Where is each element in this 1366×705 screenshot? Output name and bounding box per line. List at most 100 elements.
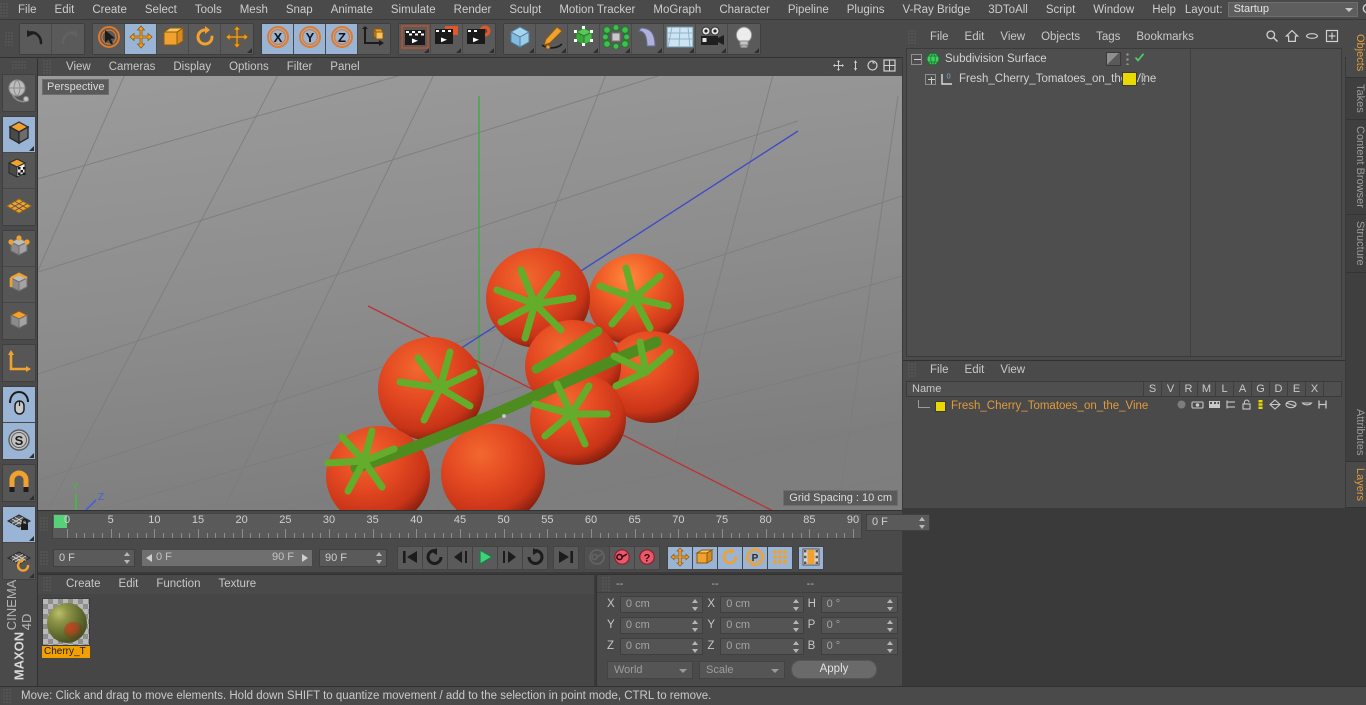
toolbar-axis-x-button[interactable]: X bbox=[262, 23, 294, 54]
coord-field-rotation-b[interactable]: 0 ° bbox=[820, 637, 899, 655]
object-row[interactable]: 0 Fresh_Cherry_Tomatoes_on_the_Vine bbox=[907, 69, 1341, 89]
layer-column-e[interactable]: E bbox=[1287, 382, 1305, 396]
object-visibility-dots[interactable] bbox=[1106, 52, 1121, 66]
layer-column-s[interactable]: S bbox=[1143, 382, 1161, 396]
toolbar-generator-nurbs-button[interactable] bbox=[568, 23, 600, 54]
transport-timeline-view-button[interactable] bbox=[798, 546, 824, 570]
range-right-arrow-icon[interactable] bbox=[302, 554, 308, 562]
layer-menu-edit[interactable]: Edit bbox=[957, 361, 993, 379]
material-grip[interactable] bbox=[43, 577, 52, 591]
transport-play-loop-button[interactable] bbox=[522, 546, 548, 570]
side-tab-objects[interactable]: Objects bbox=[1346, 28, 1366, 79]
side-tab-layers[interactable]: Layers bbox=[1346, 461, 1366, 508]
apply-button[interactable]: Apply bbox=[791, 660, 877, 679]
left-make-editable-button[interactable] bbox=[2, 75, 35, 111]
maximize-view-icon[interactable] bbox=[883, 59, 896, 75]
left-edges-mode-button[interactable] bbox=[2, 267, 35, 303]
null-object-icon[interactable]: 0 bbox=[940, 72, 954, 86]
toolbar-rotate-button[interactable] bbox=[189, 23, 221, 54]
transport-play-reverse-loop-button[interactable] bbox=[422, 546, 448, 570]
coordinate-system-select[interactable]: World bbox=[607, 660, 693, 679]
object-menu-bookmarks[interactable]: Bookmarks bbox=[1128, 28, 1202, 46]
render-icon[interactable] bbox=[1208, 399, 1221, 413]
layer-column-g[interactable]: G bbox=[1251, 382, 1269, 396]
left-polygons-mode-button[interactable] bbox=[2, 303, 35, 339]
search-icon[interactable] bbox=[1265, 29, 1279, 46]
transport-grip[interactable] bbox=[40, 551, 49, 565]
layer-manager-grip[interactable] bbox=[908, 363, 917, 377]
viewport-menu-panel[interactable]: Panel bbox=[321, 58, 368, 76]
object-menu-tags[interactable]: Tags bbox=[1088, 28, 1128, 46]
transport-step-back-button[interactable] bbox=[447, 546, 473, 570]
layout-select[interactable]: Startup bbox=[1227, 2, 1358, 17]
layer-column-d[interactable]: D bbox=[1269, 382, 1287, 396]
toolbar-scale-button[interactable] bbox=[157, 23, 189, 54]
ellipse-icon[interactable] bbox=[1305, 29, 1319, 46]
material-item[interactable]: Cherry_T bbox=[42, 598, 90, 658]
status-grip[interactable] bbox=[3, 689, 12, 703]
viewport-menu-options[interactable]: Options bbox=[220, 58, 278, 76]
menu-item-edit[interactable]: Edit bbox=[46, 0, 84, 20]
solo-icon[interactable] bbox=[1176, 399, 1187, 413]
toolbar-light-button[interactable] bbox=[728, 23, 760, 54]
pan-icon[interactable] bbox=[832, 59, 845, 75]
check-icon[interactable] bbox=[1134, 52, 1145, 66]
side-tab-takes[interactable]: Takes bbox=[1346, 78, 1366, 121]
side-tab-content-browser[interactable]: Content Browser bbox=[1346, 120, 1366, 215]
left-workplane-lock-button[interactable] bbox=[2, 507, 35, 543]
coord-field-position-y[interactable]: 0 cm bbox=[619, 616, 704, 634]
animation-icon[interactable] bbox=[1256, 399, 1265, 413]
menu-item-v-ray-bridge[interactable]: V-Ray Bridge bbox=[893, 0, 979, 20]
layer-menu-view[interactable]: View bbox=[992, 361, 1033, 379]
menu-item-help[interactable]: Help bbox=[1143, 0, 1185, 20]
expand-icon[interactable] bbox=[925, 73, 936, 85]
transport-record-key-button[interactable] bbox=[584, 546, 610, 570]
viewport-canvas[interactable]: Perspective Grid Spacing : 10 cm Y Z bbox=[38, 76, 902, 510]
transport-key-pla-button[interactable] bbox=[767, 546, 793, 570]
left-workplane-mode-button[interactable] bbox=[2, 189, 35, 225]
menu-item-sculpt[interactable]: Sculpt bbox=[500, 0, 550, 20]
transport-key-scale-button[interactable] bbox=[692, 546, 718, 570]
object-menu-view[interactable]: View bbox=[992, 28, 1033, 46]
object-enable-dots[interactable] bbox=[1142, 73, 1145, 85]
expression-icon[interactable] bbox=[1301, 399, 1313, 413]
search-icon[interactable] bbox=[1361, 2, 1366, 18]
transport-play-button[interactable] bbox=[472, 546, 498, 570]
layer-column-m[interactable]: M bbox=[1197, 382, 1215, 396]
transport-autokey-button[interactable] bbox=[609, 546, 635, 570]
menu-item-motion-tracker[interactable]: Motion Tracker bbox=[550, 0, 644, 20]
left-axis-modify-button[interactable] bbox=[2, 345, 35, 381]
viewport-menu-view[interactable]: View bbox=[57, 58, 100, 76]
toolbar-grip[interactable] bbox=[5, 31, 14, 46]
coordinates-grip[interactable] bbox=[602, 576, 611, 591]
menu-item-simulate[interactable]: Simulate bbox=[382, 0, 445, 20]
coord-field-size-x[interactable]: 0 cm bbox=[720, 595, 804, 613]
spinner-icon[interactable] bbox=[887, 598, 894, 611]
object-menu-objects[interactable]: Objects bbox=[1033, 28, 1088, 46]
coordinate-mode-select[interactable]: Scale bbox=[699, 660, 785, 679]
toolbar-render-settings-button[interactable] bbox=[463, 23, 495, 54]
spinner-icon[interactable] bbox=[692, 598, 699, 611]
timeline-ruler[interactable]: 0 5 10 15 20 25 30 35 40 45 50 55 60 65 70 75 80 85 90 bbox=[52, 513, 862, 539]
transport-key-rotation-button[interactable] bbox=[717, 546, 743, 570]
menu-item-window[interactable]: Window bbox=[1084, 0, 1143, 20]
toolbar-deformer-bend-button[interactable] bbox=[632, 23, 664, 54]
viewport-menu-cameras[interactable]: Cameras bbox=[100, 58, 165, 76]
object-manager-grip[interactable] bbox=[908, 30, 917, 44]
toolbar-move-button[interactable] bbox=[125, 23, 157, 54]
layer-column-a[interactable]: A bbox=[1233, 382, 1251, 396]
visible-icon[interactable] bbox=[1191, 399, 1204, 413]
side-tab-structure[interactable]: Structure bbox=[1346, 214, 1366, 273]
timeline-grip[interactable] bbox=[40, 517, 49, 531]
left-palette-grip[interactable] bbox=[11, 61, 26, 70]
toolbar-camera-button[interactable] bbox=[696, 23, 728, 54]
toolbar-axis-y-button[interactable]: Y bbox=[294, 23, 326, 54]
left-snap-magnet-button[interactable] bbox=[2, 465, 35, 501]
spinner-icon[interactable] bbox=[692, 619, 699, 632]
toolbar-environment-floor-button[interactable] bbox=[664, 23, 696, 54]
start-frame-field[interactable]: 0 F bbox=[53, 549, 135, 567]
rotate-view-icon[interactable] bbox=[866, 59, 879, 75]
object-menu-edit[interactable]: Edit bbox=[957, 28, 993, 46]
left-viewport-solo-button[interactable] bbox=[2, 387, 35, 423]
menu-item-create[interactable]: Create bbox=[83, 0, 136, 20]
